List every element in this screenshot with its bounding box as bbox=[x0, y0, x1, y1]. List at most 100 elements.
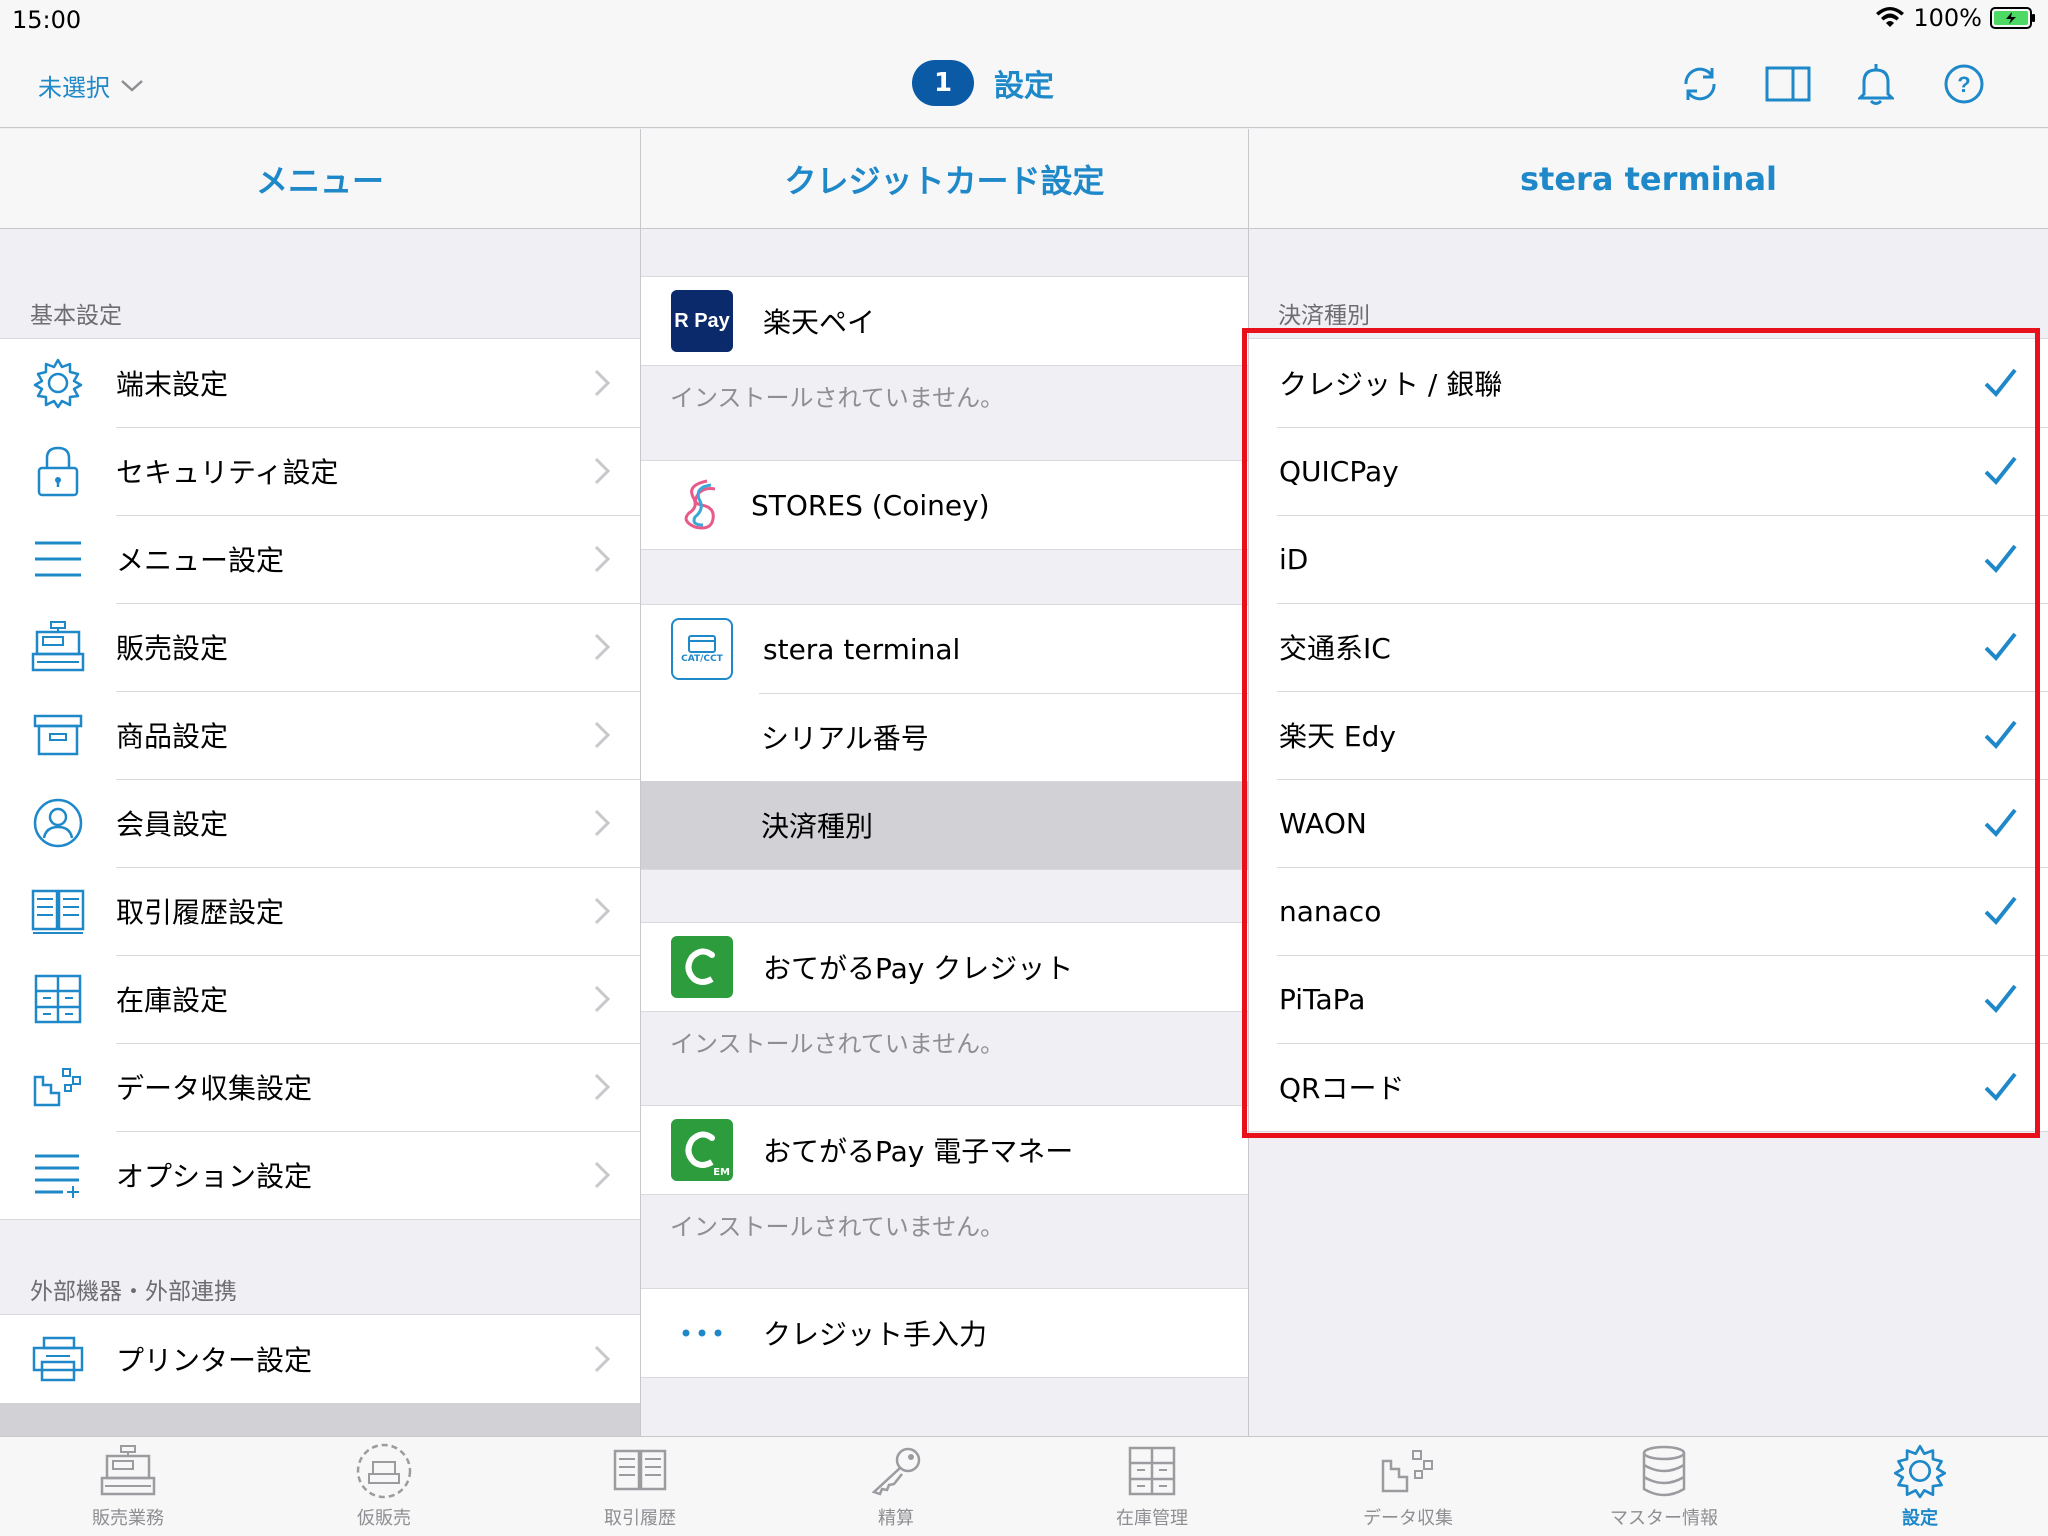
tab-history[interactable]: 取引履歴 bbox=[512, 1437, 768, 1536]
status-bar: 15:00 100% bbox=[0, 0, 2048, 40]
chevron-right-icon bbox=[594, 897, 611, 925]
credit-item-label: おてがるPay クレジット bbox=[763, 952, 1074, 985]
menu-item-printer[interactable]: プリンター設定 bbox=[0, 1315, 640, 1403]
menu-item-menu[interactable]: メニュー設定 bbox=[0, 515, 640, 603]
credit-item-serial[interactable]: シリアル番号 bbox=[641, 693, 1248, 781]
gear-icon bbox=[28, 353, 88, 413]
tab-settings[interactable]: 設定 bbox=[1792, 1437, 2048, 1536]
split-view-button[interactable] bbox=[1764, 60, 1812, 108]
menu-item-label: 商品設定 bbox=[116, 720, 229, 753]
stores-group: STORES (Coiney) bbox=[641, 460, 1248, 550]
section-external-devices: 外部機器・外部連携 bbox=[30, 1279, 237, 1305]
menu-item-label: メニュー設定 bbox=[116, 544, 285, 577]
chevron-right-icon bbox=[594, 721, 611, 749]
highlight-box bbox=[1242, 328, 2040, 1138]
data-collection-icon bbox=[28, 1057, 88, 1117]
tab-label: 仮販売 bbox=[357, 1508, 411, 1529]
tab-master[interactable]: マスター情報 bbox=[1536, 1437, 1792, 1536]
database-icon bbox=[1634, 1442, 1694, 1500]
tab-data-collection[interactable]: データ収集 bbox=[1280, 1437, 1536, 1536]
chevron-right-icon bbox=[594, 369, 611, 397]
status-time: 15:00 bbox=[12, 6, 82, 34]
help-button[interactable]: ? bbox=[1940, 60, 1988, 108]
menu-item-label: 取引履歴設定 bbox=[116, 896, 285, 929]
gear-icon bbox=[1890, 1442, 1950, 1500]
store-selector[interactable]: 未選択 bbox=[38, 68, 144, 103]
printer-icon bbox=[28, 1329, 88, 1389]
chevron-right-icon bbox=[594, 985, 611, 1013]
chevron-right-icon bbox=[594, 633, 611, 661]
otegaru-pay-em-icon: EM bbox=[671, 1119, 733, 1181]
list-plus-icon bbox=[28, 1145, 88, 1205]
menu-item-label: 会員設定 bbox=[116, 808, 229, 841]
stores-logo-icon bbox=[671, 474, 733, 536]
menu-item-label: セキュリティ設定 bbox=[116, 456, 339, 489]
tab-label: 在庫管理 bbox=[1116, 1508, 1188, 1529]
credit-item-otegaru-credit[interactable]: おてがるPay クレジット bbox=[641, 923, 1248, 1011]
menu-item-security[interactable]: セキュリティ設定 bbox=[0, 427, 640, 515]
menu-item-label: 販売設定 bbox=[116, 632, 229, 665]
menu-item-label: プリンター設定 bbox=[116, 1344, 313, 1377]
page-title: 設定 bbox=[994, 69, 1054, 104]
battery-icon bbox=[1990, 7, 2035, 29]
chevron-right-icon bbox=[594, 1345, 611, 1373]
store-selector-label: 未選択 bbox=[38, 74, 110, 102]
bell-icon bbox=[1858, 64, 1894, 105]
user-icon bbox=[28, 793, 88, 853]
menu-item-sales[interactable]: 販売設定 bbox=[0, 603, 640, 691]
credit-item-rakuten-pay[interactable]: R Pay 楽天ペイ bbox=[641, 277, 1248, 365]
credit-item-payment-type-selected[interactable]: 決済種別 bbox=[641, 781, 1248, 869]
tab-bar: 販売業務 仮販売 取引履歴 精算 在庫管理 データ収集 マスター情報 設定 bbox=[0, 1436, 2048, 1536]
tab-settlement[interactable]: 精算 bbox=[768, 1437, 1024, 1536]
credit-item-label: 楽天ペイ bbox=[763, 306, 876, 339]
more-dots-icon bbox=[671, 1302, 733, 1364]
menu-item-data-collection[interactable]: データ収集設定 bbox=[0, 1043, 640, 1131]
navigation-bar: 未選択 1 設定 ? bbox=[0, 40, 2048, 128]
register-icon bbox=[98, 1442, 158, 1500]
tab-label: 取引履歴 bbox=[604, 1508, 676, 1529]
tab-label: データ収集 bbox=[1363, 1508, 1453, 1529]
shelf-icon bbox=[1122, 1442, 1182, 1500]
menu-item-label: データ収集設定 bbox=[116, 1072, 313, 1105]
credit-item-otegaru-emoney[interactable]: EM おてがるPay 電子マネー bbox=[641, 1106, 1248, 1194]
shelf-icon bbox=[28, 969, 88, 1029]
credit-item-stores[interactable]: STORES (Coiney) bbox=[641, 461, 1248, 549]
menu-item-options[interactable]: オプション設定 bbox=[0, 1131, 640, 1219]
book-icon bbox=[28, 881, 88, 941]
tab-temp-sales[interactable]: 仮販売 bbox=[256, 1437, 512, 1536]
external-devices-list: プリンター設定 bbox=[0, 1314, 640, 1404]
credit-item-label: stera terminal bbox=[763, 632, 961, 666]
tab-inventory[interactable]: 在庫管理 bbox=[1024, 1437, 1280, 1536]
not-installed-note: インストールされていません。 bbox=[670, 1213, 1005, 1241]
credit-item-label: 決済種別 bbox=[761, 810, 874, 843]
menu-item-label: 端末設定 bbox=[116, 368, 229, 401]
menu-item-label: 在庫設定 bbox=[116, 984, 229, 1017]
menu-item-history[interactable]: 取引履歴設定 bbox=[0, 867, 640, 955]
otegaru-emoney-group: EM おてがるPay 電子マネー bbox=[641, 1105, 1248, 1195]
menu-item-products[interactable]: 商品設定 bbox=[0, 691, 640, 779]
credit-item-stera[interactable]: CAT/CCT stera terminal bbox=[641, 605, 1248, 693]
lock-icon bbox=[28, 441, 88, 501]
not-installed-note: インストールされていません。 bbox=[670, 384, 1005, 412]
menu-item-partial[interactable] bbox=[0, 1403, 640, 1436]
box-icon bbox=[28, 705, 88, 765]
tab-label: 設定 bbox=[1902, 1508, 1938, 1529]
nav-icons: ? bbox=[1676, 60, 1988, 108]
credit-column-header: クレジットカード設定 bbox=[641, 129, 1248, 229]
notification-button[interactable] bbox=[1852, 60, 1900, 108]
menu-column-header: メニュー bbox=[0, 129, 640, 229]
menu-item-terminal[interactable]: 端末設定 bbox=[0, 339, 640, 427]
menu-item-inventory[interactable]: 在庫設定 bbox=[0, 955, 640, 1043]
data-collection-icon bbox=[1378, 1442, 1438, 1500]
refresh-button[interactable] bbox=[1676, 60, 1724, 108]
basic-settings-list: 端末設定 セキュリティ設定 メニュー設定 販売設定 商品設定 会員設定 取引履歴… bbox=[0, 338, 640, 1220]
status-right: 100% bbox=[1875, 4, 2036, 32]
nav-title-group: 1 設定 bbox=[912, 60, 1054, 106]
key-icon bbox=[866, 1442, 926, 1500]
wifi-icon bbox=[1876, 7, 1905, 27]
tab-sales[interactable]: 販売業務 bbox=[0, 1437, 256, 1536]
credit-item-manual[interactable]: クレジット手入力 bbox=[641, 1289, 1248, 1377]
help-icon: ? bbox=[1944, 64, 1984, 104]
chevron-right-icon bbox=[594, 457, 611, 485]
menu-item-members[interactable]: 会員設定 bbox=[0, 779, 640, 867]
